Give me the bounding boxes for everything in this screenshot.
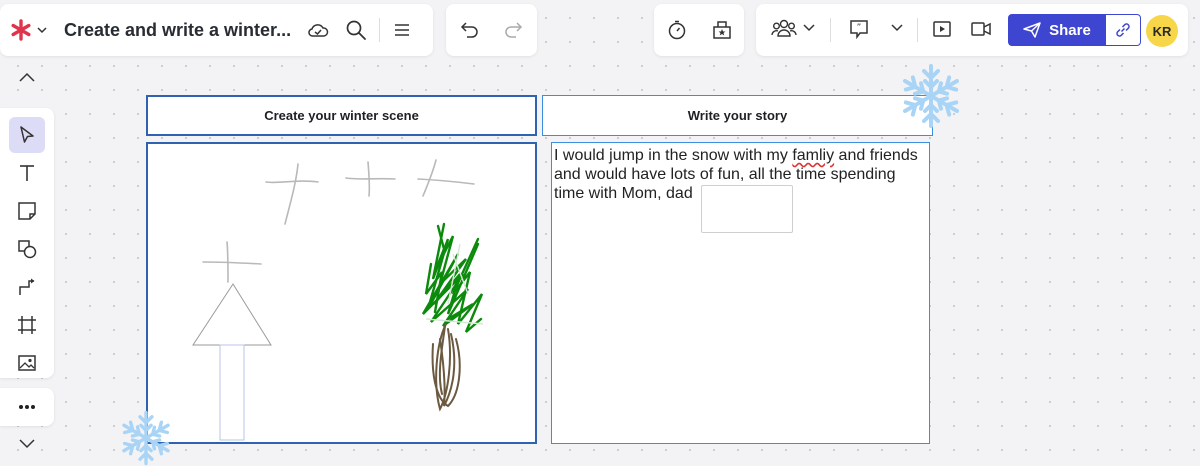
chevron-down-icon[interactable] [802,21,816,35]
collapse-toolbar-icon[interactable] [18,71,36,83]
divider [830,18,831,42]
search-icon[interactable] [345,19,367,41]
sketch-house [192,283,272,346]
collaboration-panel: ” Share KR [756,4,1188,56]
redo-icon[interactable] [503,21,525,39]
avatar[interactable]: KR [1146,15,1178,47]
more-tools-button[interactable] [0,388,54,426]
comment-icon[interactable]: ” [849,19,869,39]
link-icon [1116,23,1130,37]
scene-header-text: Create your winter scene [264,108,419,123]
sketch-trunk-outline [219,344,245,441]
connector-tool-icon[interactable] [9,269,45,305]
history-panel [446,4,537,56]
facilitation-tools-panel [654,4,744,56]
svg-text:”: ” [857,23,862,33]
story-header-text: Write your story [687,108,788,123]
undo-icon[interactable] [458,21,480,39]
more-icon [19,405,35,409]
shapes-tool-icon[interactable] [9,231,45,267]
divider [379,18,381,42]
winter-scene-drawing [192,159,484,441]
voting-icon[interactable] [711,19,733,41]
video-icon[interactable] [971,22,991,36]
asterisk-logo-icon[interactable] [10,19,32,41]
frame-tool-icon[interactable] [9,307,45,343]
timer-icon[interactable] [666,19,688,41]
share-button[interactable]: Share [1008,14,1106,46]
snowflake-icon [899,64,963,128]
story-text-before: I would jump in the snow with my [554,147,793,164]
text-tool-icon[interactable] [9,155,45,191]
present-icon[interactable] [933,21,951,37]
left-toolbar [0,108,54,378]
share-label: Share [1049,21,1091,39]
title-panel: Create and write a winter... [0,4,433,56]
tree-trunk [431,323,461,412]
select-tool-icon[interactable] [9,117,45,153]
empty-text-box[interactable] [701,185,793,233]
menu-icon[interactable] [394,23,410,37]
scene-header-frame[interactable]: Create your winter scene [146,95,537,136]
copy-link-button[interactable] [1106,14,1141,46]
image-tool-icon[interactable] [9,345,45,381]
snowflake-icon [119,410,173,466]
document-title[interactable]: Create and write a winter... [64,20,291,41]
chevron-down-icon[interactable] [890,21,904,35]
expand-toolbar-icon[interactable] [18,438,36,450]
misspelled-word: famliy [792,147,835,164]
sticky-note-icon[interactable] [9,193,45,229]
story-header-frame[interactable]: Write your story [542,95,933,136]
sketch-snowflakes [202,159,475,283]
story-text-box[interactable]: I would jump in the snow with my famliy … [551,142,930,444]
divider [917,18,918,42]
scene-drawing-canvas[interactable] [146,142,537,444]
send-icon [1023,22,1041,38]
cloud-saved-icon[interactable] [307,21,329,39]
chevron-down-icon[interactable] [36,24,48,36]
collaborators-icon[interactable] [771,18,797,40]
